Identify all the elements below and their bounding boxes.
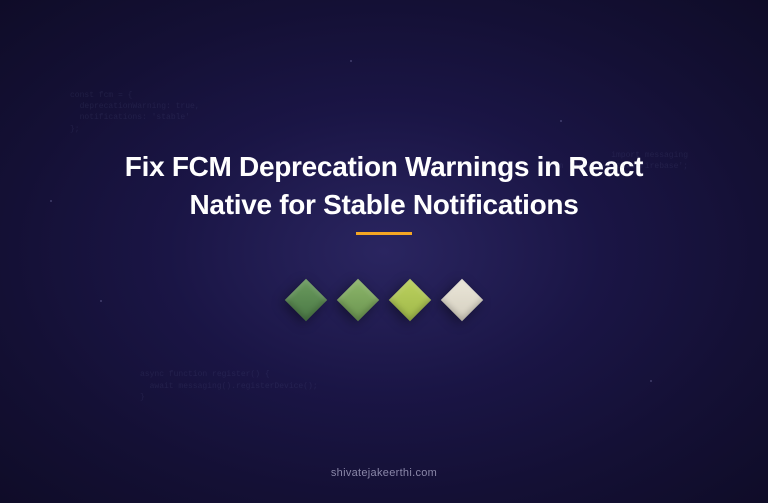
diamond-icon [285, 279, 327, 321]
decorative-dot [650, 380, 652, 382]
decorative-dot [50, 200, 52, 202]
decorative-code-text: async function register() { await messag… [140, 369, 318, 403]
diamond-row [291, 285, 477, 315]
decorative-dot [560, 120, 562, 122]
diamond-icon [441, 279, 483, 321]
diamond-icon [389, 279, 431, 321]
hero-container: const fcm = { deprecationWarning: true, … [0, 0, 768, 503]
decorative-dot [350, 60, 352, 62]
footer-url: shivatejakeerthi.com [331, 467, 437, 479]
diamond-icon [337, 279, 379, 321]
title-underline [356, 232, 412, 235]
decorative-code-text: import messaging from '@react-native-fir… [534, 150, 688, 172]
decorative-dot [100, 300, 102, 302]
decorative-code-text: const fcm = { deprecationWarning: true, … [70, 90, 200, 135]
